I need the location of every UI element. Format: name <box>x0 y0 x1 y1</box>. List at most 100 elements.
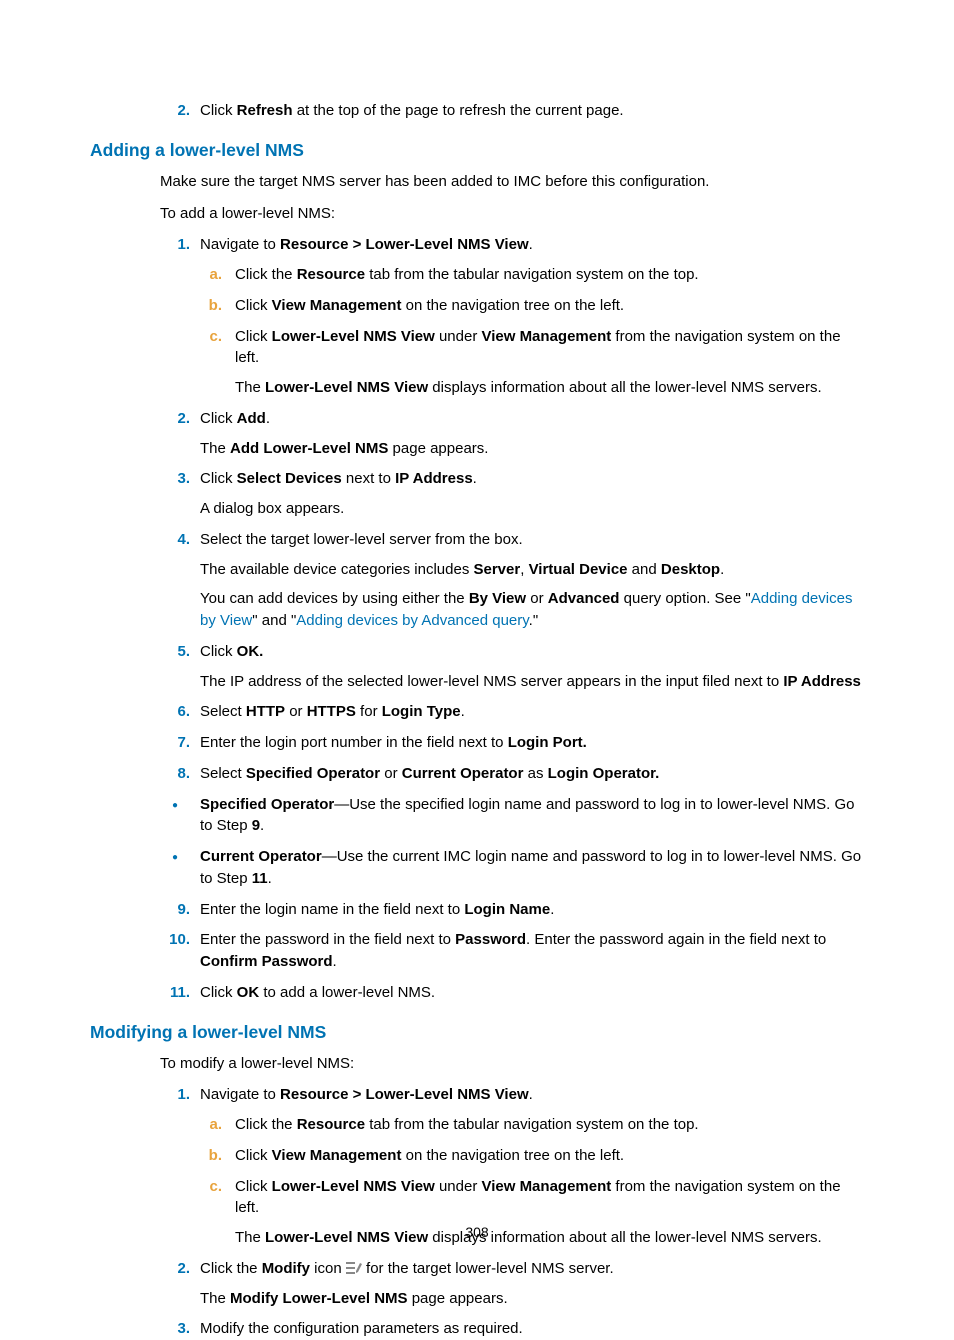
text: The <box>200 1290 230 1307</box>
text: page appears. <box>388 440 488 457</box>
text: next to <box>342 470 395 487</box>
step-1-navigate: 1. Navigate to Resource > Lower-Level NM… <box>160 234 864 399</box>
page: 2. Click Refresh at the top of the page … <box>0 0 954 1296</box>
heading-adding-lower-level-nms: Adding a lower-level NMS <box>90 140 864 161</box>
step-9-login-name: 9. Enter the login name in the field nex… <box>160 899 864 921</box>
step-number: 11. <box>160 982 190 1004</box>
bold: Lower-Level NMS View <box>265 379 428 396</box>
text: . <box>266 410 270 427</box>
text: Enter the password in the field next to <box>200 931 455 948</box>
step-number: 2. <box>160 408 190 430</box>
step-4-select-target: 4. Select the target lower-level server … <box>160 529 864 632</box>
text: , <box>520 561 528 578</box>
bold: Login Type <box>382 703 461 720</box>
substep-a: a. Click the Resource tab from the tabul… <box>200 264 864 286</box>
substep-c: c. Click Lower-Level NMS View under View… <box>200 326 864 399</box>
text: and <box>628 561 661 578</box>
text: . <box>333 953 337 970</box>
substep-note: The Lower-Level NMS View displays inform… <box>235 377 864 399</box>
intro-paragraph: Make sure the target NMS server has been… <box>160 171 864 193</box>
step-result: A dialog box appears. <box>200 498 864 520</box>
step-2-click-add: 2. Click Add. The Add Lower-Level NMS pa… <box>160 408 864 460</box>
substep-letter: a. <box>200 264 222 286</box>
bold: Resource > Lower-Level NMS View <box>280 236 529 253</box>
bold: Confirm Password <box>200 953 333 970</box>
text: on the navigation tree on the left. <box>401 297 624 314</box>
text: The IP address of the selected lower-lev… <box>200 673 783 690</box>
step-11-click-ok: 11. Click OK to add a lower-level NMS. <box>160 982 864 1004</box>
bold: Select Devices <box>237 470 342 487</box>
text: Select <box>200 765 246 782</box>
text: Select <box>200 703 246 720</box>
text: to add a lower-level NMS. <box>259 984 435 1001</box>
substep-list: a. Click the Resource tab from the tabul… <box>200 264 864 399</box>
text: Click <box>200 643 237 660</box>
step-number: 4. <box>160 529 190 551</box>
bullet-current-operator: ● Current Operator—Use the current IMC l… <box>160 846 864 890</box>
bold: Login Port. <box>508 734 587 751</box>
bold: Add Lower-Level NMS <box>230 440 388 457</box>
step-number: 2. <box>160 100 190 122</box>
link-adding-devices-by-advanced-query[interactable]: Adding devices by Advanced query <box>296 612 528 629</box>
text: on the navigation tree on the left. <box>401 1147 624 1164</box>
text: Click <box>200 984 237 1001</box>
text: Click <box>235 328 272 345</box>
substep-letter: c. <box>200 1176 222 1198</box>
text: The available device categories includes <box>200 561 474 578</box>
step-number: 3. <box>160 1318 190 1340</box>
bold: Login Operator. <box>548 765 660 782</box>
bold: Specified Operator <box>246 765 380 782</box>
bold: Resource > Lower-Level NMS View <box>280 1086 529 1103</box>
bold: OK. <box>237 643 264 660</box>
step-detail: You can add devices by using either the … <box>200 588 864 632</box>
text: Click <box>200 410 237 427</box>
bold: By View <box>469 590 526 607</box>
step-3-select-devices: 3. Click Select Devices next to IP Addre… <box>160 468 864 520</box>
substep-b: b. Click View Management on the navigati… <box>200 295 864 317</box>
text: Click <box>235 1147 272 1164</box>
text: for <box>356 703 382 720</box>
bold: HTTP <box>246 703 285 720</box>
bold: View Management <box>272 297 402 314</box>
text: Enter the login port number in the field… <box>200 734 508 751</box>
intro-paragraph: To modify a lower-level NMS: <box>160 1053 864 1075</box>
step-7-login-port: 7. Enter the login port number in the fi… <box>160 732 864 754</box>
bold: View Management <box>481 328 611 345</box>
step-detail: The available device categories includes… <box>200 559 864 581</box>
text: Click the <box>235 266 297 283</box>
step-number: 1. <box>160 1084 190 1106</box>
bold: Server <box>474 561 521 578</box>
step-8-login-operator: 8. Select Specified Operator or Current … <box>160 763 864 785</box>
bold: Login Name <box>464 901 550 918</box>
step-number: 1. <box>160 234 190 256</box>
step-2-refresh: 2. Click Refresh at the top of the page … <box>160 100 864 122</box>
substep-a: a. Click the Resource tab from the tabul… <box>200 1114 864 1136</box>
bold: Modify Lower-Level NMS <box>230 1290 408 1307</box>
bold: 11 <box>252 870 268 887</box>
step-5-click-ok: 5. Click OK. The IP address of the selec… <box>160 641 864 693</box>
modify-icon <box>346 1260 362 1274</box>
procedure-list-modifying: 1. Navigate to Resource > Lower-Level NM… <box>160 1084 864 1340</box>
bold: IP Address <box>395 470 473 487</box>
bold: Virtual Device <box>529 561 628 578</box>
page-number: 308 <box>0 1224 954 1240</box>
bold: Resource <box>297 266 365 283</box>
bullet-icon: ● <box>160 851 190 866</box>
bold: Current Operator <box>200 848 322 865</box>
text: ." <box>529 612 539 629</box>
text: . <box>260 817 264 834</box>
bold: Advanced <box>548 590 620 607</box>
bold: OK <box>237 984 260 1001</box>
text: for the target lower-level NMS server. <box>362 1260 614 1277</box>
bold: Add <box>237 410 266 427</box>
text: . <box>461 703 465 720</box>
text: Modify the configuration parameters as r… <box>200 1320 523 1337</box>
text: . <box>529 236 533 253</box>
text: . <box>550 901 554 918</box>
text: under <box>435 1178 482 1195</box>
bullet-specified-operator: ● Specified Operator—Use the specified l… <box>160 794 864 838</box>
text: " and " <box>252 612 296 629</box>
step-6-login-type: 6. Select HTTP or HTTPS for Login Type. <box>160 701 864 723</box>
step-2-click-modify: 2. Click the Modify icon for the target … <box>160 1258 864 1310</box>
text: or <box>380 765 402 782</box>
